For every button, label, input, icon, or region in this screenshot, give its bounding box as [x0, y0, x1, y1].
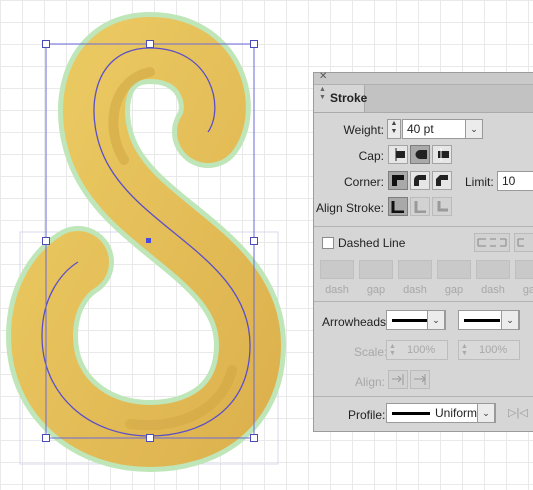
dashed-line-label: Dashed Line — [338, 236, 406, 250]
align-center-button[interactable] — [388, 197, 408, 216]
end-scale-value: 100% — [479, 344, 508, 356]
scale-label: Scale: — [354, 345, 388, 359]
align-center-icon — [391, 201, 404, 213]
bevel-join-icon — [436, 175, 448, 186]
flip-profile-icon[interactable]: ▷|◁ — [508, 406, 528, 419]
arrow-beyond-icon — [392, 374, 404, 385]
end-arrowhead-select[interactable]: ⌄ — [458, 310, 520, 330]
weight-row: Weight: ▲ ▼ 40 pt ⌄ — [314, 118, 533, 142]
dash-label-2: dash — [403, 284, 427, 296]
divider — [314, 301, 533, 302]
align-outside-button[interactable] — [432, 197, 452, 216]
butt-cap-icon — [395, 148, 405, 161]
collapse-arrows-icon[interactable]: ▲ ▼ — [319, 86, 326, 102]
tab-stroke[interactable]: ▲ ▼ Stroke — [314, 85, 368, 112]
preserve-dash-button[interactable] — [474, 233, 510, 252]
limit-input[interactable]: 10 — [497, 171, 533, 191]
stroke-panel: ✕ ▲ ▼ Stroke Weight: ▲ ▼ 40 pt ⌄ Cap: Corn… — [313, 71, 533, 432]
line-icon — [392, 319, 428, 322]
corner-row: Corner: Limit: 10 — [314, 170, 533, 194]
handle-middle-left — [42, 237, 50, 245]
handle-middle-right — [250, 237, 258, 245]
handle-top-center — [146, 40, 154, 48]
stepper-icon: ▲ ▼ — [461, 343, 468, 357]
chevron-down-icon[interactable]: ⌄ — [477, 403, 495, 423]
chevron-down-icon[interactable]: ⌄ — [427, 310, 445, 330]
miter-join-button[interactable] — [388, 171, 408, 190]
dash-field-1[interactable] — [320, 260, 354, 279]
arrow-at-end-icon — [414, 374, 426, 385]
handle-bottom-right — [250, 434, 258, 442]
panel-tab-bar: ▲ ▼ Stroke — [314, 85, 533, 113]
line-icon — [392, 412, 430, 415]
dash-preserve-icon — [477, 238, 507, 247]
dash-field-3[interactable] — [476, 260, 510, 279]
miter-join-icon — [392, 175, 404, 186]
handle-top-left — [42, 40, 50, 48]
arrow-tip-at-end-button[interactable] — [410, 370, 430, 389]
align-dash-corners-button[interactable] — [514, 233, 533, 252]
weight-stepper[interactable]: ▲ ▼ — [387, 119, 401, 139]
align-stroke-label: Align Stroke: — [315, 201, 384, 215]
dash-corners-icon — [517, 238, 524, 247]
align-label: Align: — [355, 375, 386, 389]
corner-label: Corner: — [343, 175, 384, 189]
end-scale-input[interactable]: ▲ ▼ 100% — [458, 340, 520, 360]
handle-bottom-left — [42, 434, 50, 442]
gap-field-1[interactable] — [359, 260, 393, 279]
gap-field-2[interactable] — [437, 260, 471, 279]
dashed-line-checkbox[interactable] — [322, 237, 334, 249]
bevel-join-button[interactable] — [432, 171, 452, 190]
gap-label-1: gap — [366, 284, 386, 296]
profile-select[interactable]: Uniform ⌄ — [386, 403, 496, 423]
arrow-tip-beyond-button[interactable] — [388, 370, 408, 389]
weight-label: Weight: — [343, 123, 384, 137]
line-icon — [464, 319, 500, 322]
limit-label: Limit: — [465, 175, 494, 189]
panel-title-bar[interactable]: ✕ — [314, 71, 533, 85]
cap-row: Cap: — [314, 144, 533, 168]
butt-cap-button[interactable] — [388, 145, 408, 164]
weight-input[interactable]: 40 pt — [402, 119, 466, 139]
divider — [314, 396, 533, 397]
round-cap-icon — [415, 150, 427, 159]
projecting-cap-icon — [438, 148, 449, 161]
close-icon[interactable]: ✕ — [319, 71, 327, 82]
center-point — [146, 238, 151, 243]
tab-stroke-label: Stroke — [330, 91, 368, 105]
handle-bottom-center — [146, 434, 154, 442]
cap-label: Cap: — [358, 149, 384, 163]
dash-field-2[interactable] — [398, 260, 432, 279]
gap-label-3: gap — [522, 284, 533, 296]
align-inside-icon — [414, 201, 426, 213]
projecting-cap-button[interactable] — [432, 145, 452, 164]
align-inside-button[interactable] — [410, 197, 430, 216]
dash-label-1: dash — [325, 284, 349, 296]
arrowheads-label: Arrowheads: — [322, 315, 390, 329]
start-scale-value: 100% — [407, 344, 436, 356]
profile-value: Uniform — [435, 406, 478, 420]
gap-field-3[interactable] — [515, 260, 533, 279]
align-stroke-row: Align Stroke: — [314, 196, 533, 220]
start-arrowhead-select[interactable]: ⌄ — [386, 310, 446, 330]
profile-label: Profile: — [348, 408, 386, 422]
round-join-icon — [414, 175, 426, 186]
stepper-icon: ▲ ▼ — [389, 343, 396, 357]
start-scale-input[interactable]: ▲ ▼ 100% — [386, 340, 448, 360]
round-cap-button[interactable] — [410, 145, 430, 164]
round-join-button[interactable] — [410, 171, 430, 190]
weight-dropdown-button[interactable]: ⌄ — [465, 119, 483, 139]
handle-top-right — [250, 40, 258, 48]
align-outside-icon — [437, 201, 448, 212]
chevron-down-icon[interactable]: ⌄ — [501, 310, 519, 330]
gap-label-2: gap — [444, 284, 464, 296]
dash-label-3: dash — [481, 284, 505, 296]
divider — [314, 226, 533, 227]
